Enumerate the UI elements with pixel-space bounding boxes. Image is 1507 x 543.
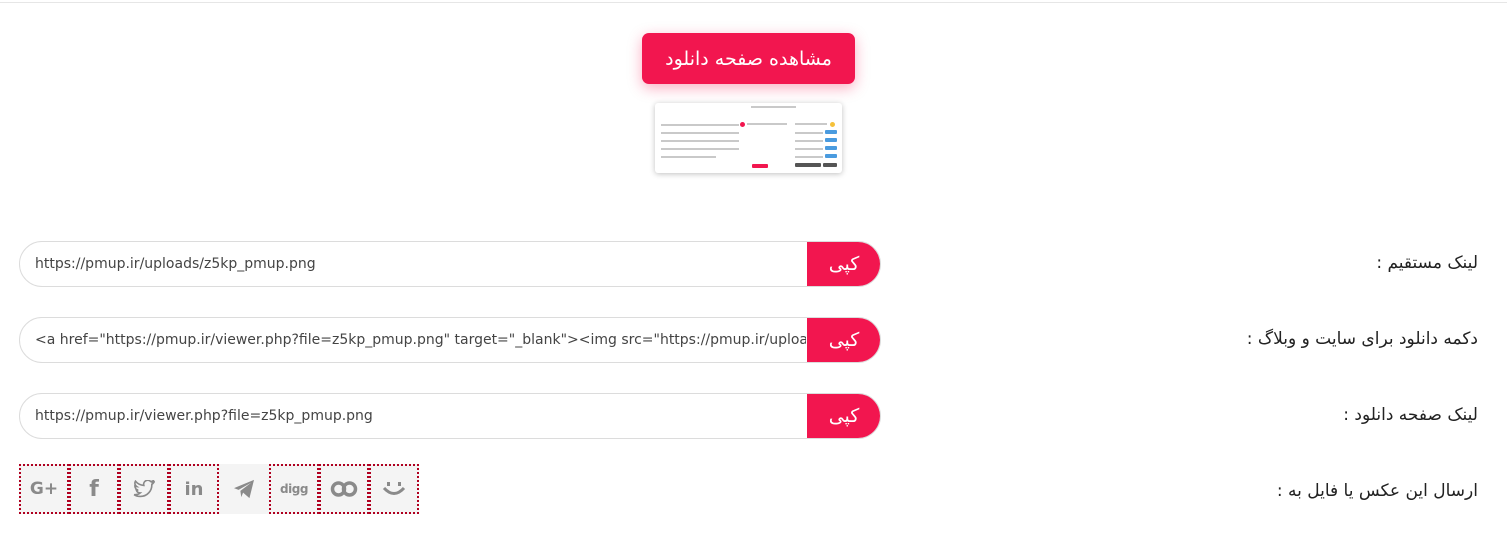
copy-download-page-link-button[interactable]: کپی [807,394,880,438]
embed-code-label: دکمه دانلود برای سایت و وبلاگ : [1246,329,1478,349]
copy-direct-link-button[interactable]: کپی [807,242,880,286]
facenama-icon[interactable] [369,464,419,514]
google-plus-icon[interactable]: G+ [19,464,69,514]
direct-link-field[interactable]: https://pmup.ir/uploads/z5kp_pmup.png کپ… [19,241,881,287]
download-page-link-field[interactable]: https://pmup.ir/viewer.php?file=z5kp_pmu… [19,393,881,439]
share-buttons: G+ f in digg [19,464,419,514]
direct-link-label: لینک مستقیم : [1376,253,1478,273]
linkedin-icon[interactable]: in [169,464,219,514]
digg-icon[interactable]: digg [269,464,319,514]
embed-code-field[interactable]: <a href="https://pmup.ir/viewer.php?file… [19,317,881,363]
uploaded-image-thumbnail[interactable] [655,103,842,173]
facebook-icon[interactable]: f [69,464,119,514]
download-page-link-input[interactable]: https://pmup.ir/viewer.php?file=z5kp_pmu… [35,394,806,438]
twitter-icon[interactable] [119,464,169,514]
upload-result-page: مشاهده صفحه دانلود لینک مستقیم : https:/… [0,0,1507,543]
view-download-page-button[interactable]: مشاهده صفحه دانلود [642,33,855,84]
cloob-icon[interactable] [319,464,369,514]
direct-link-input[interactable]: https://pmup.ir/uploads/z5kp_pmup.png [35,242,806,286]
copy-embed-code-button[interactable]: کپی [807,318,880,362]
share-label: ارسال این عکس یا فایل به : [1276,481,1478,501]
embed-code-input[interactable]: <a href="https://pmup.ir/viewer.php?file… [35,318,806,362]
top-divider [0,2,1507,3]
download-page-link-label: لینک صفحه دانلود : [1343,405,1478,425]
telegram-icon[interactable] [219,464,269,514]
